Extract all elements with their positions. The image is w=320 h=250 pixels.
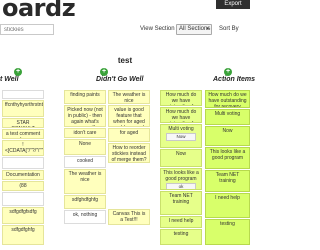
sticky-note[interactable]: I need help bbox=[205, 193, 250, 218]
sort-by-label[interactable]: Sort By bbox=[219, 26, 239, 32]
sticky-action-button[interactable]: Now bbox=[166, 133, 196, 141]
sticky-note[interactable]: Team NET training bbox=[205, 170, 250, 192]
sticky-note[interactable]: How much do we have outstanding for reco… bbox=[205, 90, 250, 108]
sticky-note[interactable]: ffcnthyhysrthrstnthrstnthsd bbox=[2, 100, 44, 117]
sticky-note[interactable]: The weather is nice bbox=[64, 169, 106, 194]
top-bar: oardz Export bbox=[0, 0, 250, 22]
sticky-note[interactable]: Now bbox=[160, 149, 202, 167]
sticky-note[interactable]: a test comment he bbox=[2, 129, 44, 139]
sticky-note[interactable]: I need help bbox=[160, 216, 202, 228]
sticky-note[interactable]: Multi voting bbox=[205, 109, 250, 125]
sticky-note[interactable] bbox=[2, 157, 44, 169]
sticky-note[interactable]: sdfghdfghfg bbox=[64, 195, 106, 209]
column-header-action-items: Action Items bbox=[213, 76, 256, 83]
sticky-note[interactable]: sdfgdfghfg bbox=[2, 225, 44, 245]
sticky-note[interactable]: (88 bbox=[2, 181, 44, 191]
sticky-note[interactable]: Canvas This is a Test!!! bbox=[108, 209, 150, 225]
board-title: test bbox=[117, 56, 133, 65]
sticky-note[interactable]: cooked bbox=[64, 156, 106, 168]
chevron-down-icon: ▾ bbox=[206, 26, 209, 32]
sticky-note[interactable]: value is good feature that when for aged… bbox=[108, 105, 150, 127]
sticky-note[interactable]: ok, nothing bbox=[64, 210, 106, 224]
sticky-note[interactable]: Now bbox=[205, 126, 250, 146]
sticky-note[interactable] bbox=[2, 90, 44, 99]
sticky-note[interactable]: testing bbox=[160, 229, 202, 245]
add-sticky-went-well-icon[interactable]: + bbox=[14, 68, 22, 76]
sticky-note[interactable]: idon't care bbox=[64, 128, 106, 138]
sticky-note[interactable]: sdfgdfgfsdfg bbox=[2, 207, 44, 224]
column-header-didnt-go-well: Didn't Go Well bbox=[96, 76, 144, 83]
sticky-note[interactable] bbox=[2, 192, 44, 206]
search-input[interactable] bbox=[0, 24, 54, 35]
sticky-note[interactable]: STAR CONSULT bbox=[2, 118, 44, 128]
sticky-note[interactable]: This looks like a good program bbox=[205, 147, 250, 169]
export-button[interactable]: Export bbox=[216, 0, 250, 9]
sticky-note[interactable]: This looks like a good program ok bbox=[160, 168, 202, 190]
sticky-note[interactable]: !<[CDATA["/"?/"\""\"x1"\"#Import(mypost) bbox=[2, 140, 44, 156]
sticky-note[interactable]: The weather is nice bbox=[108, 90, 150, 104]
sticky-note[interactable]: Team NET training bbox=[160, 191, 202, 215]
column-header-went-well: t Well bbox=[0, 76, 19, 83]
sticky-note[interactable]: for aged bbox=[108, 128, 150, 142]
sticky-note[interactable]: How much do we have outstanding for reco… bbox=[160, 90, 202, 106]
app-logo: oardz bbox=[2, 0, 76, 22]
sticky-action-button[interactable]: ok bbox=[166, 183, 196, 189]
view-section-select[interactable]: All Sections ▾ bbox=[176, 24, 212, 35]
sticky-note[interactable]: How to reorder stickies instead of merge… bbox=[108, 143, 150, 163]
sticky-note[interactable]: testing bbox=[205, 219, 250, 245]
view-section-label: View Section bbox=[140, 26, 175, 32]
add-sticky-action-items-icon[interactable]: + bbox=[224, 68, 232, 76]
sticky-note[interactable]: Multi voting Now bbox=[160, 124, 202, 148]
add-sticky-didnt-go-well-icon[interactable]: + bbox=[100, 68, 108, 76]
sticky-note[interactable]: None bbox=[64, 139, 106, 155]
sticky-note[interactable]: finding paints bbox=[64, 90, 106, 104]
sticky-note[interactable]: How much do we have outstanding for reco… bbox=[160, 107, 202, 123]
sticky-note[interactable]: Documentation bbox=[2, 170, 44, 180]
sticky-note[interactable]: Picked now (not in public) - then again … bbox=[64, 105, 106, 127]
